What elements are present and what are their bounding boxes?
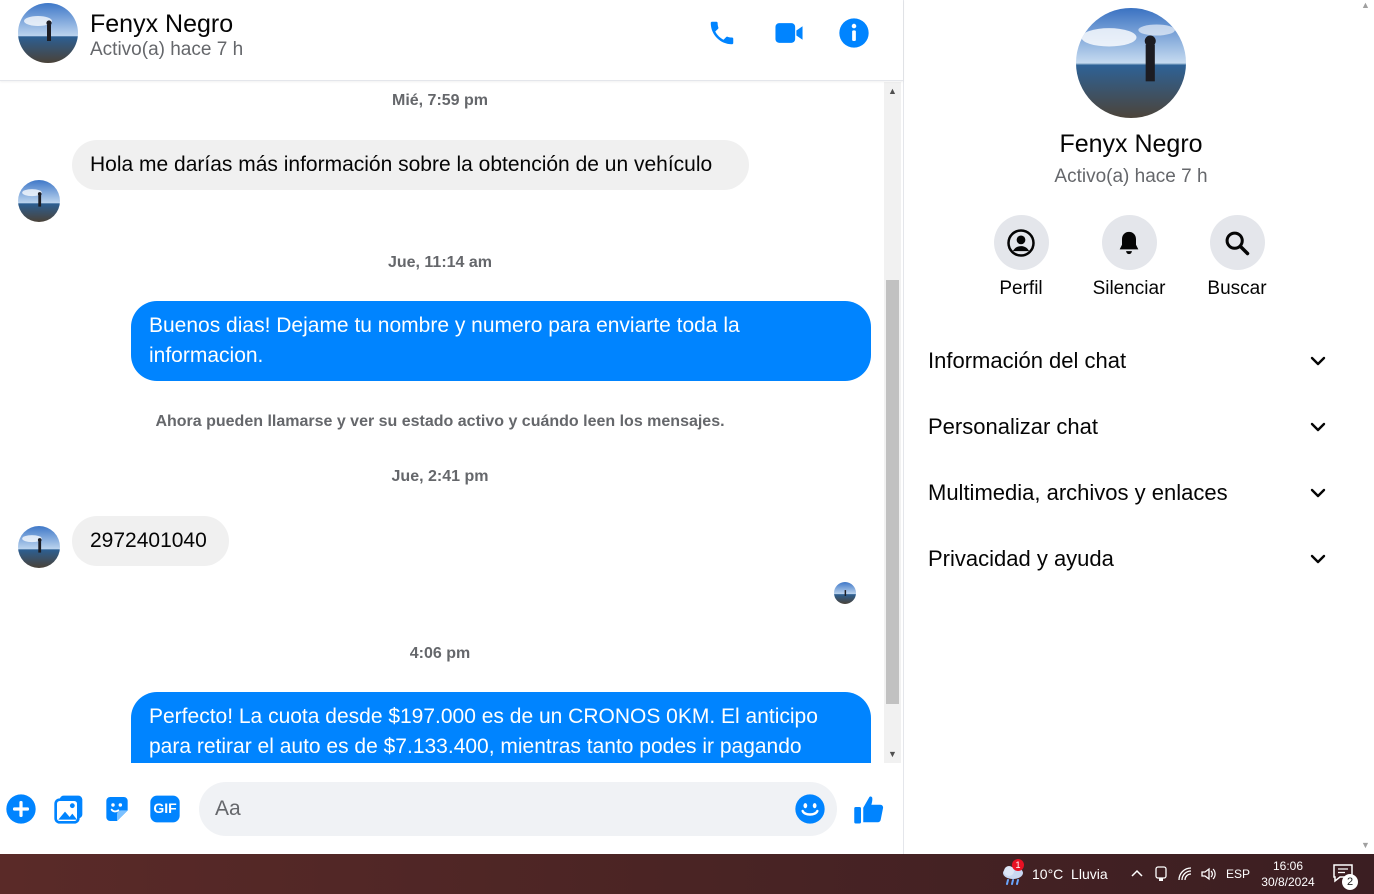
messenger-app: Fenyx Negro Activo(a) hace 7 h Mié, 7:59… [0,0,1374,894]
device-icon [1155,866,1167,881]
windows-taskbar: 1 10°C Lluvia ESP 16:06 30/8/2024 2 [0,854,1374,894]
contact-avatar [18,180,60,222]
read-receipt-avatar [834,582,856,604]
mute-button-circle [1101,215,1157,270]
contact-avatar [18,526,60,568]
profile-button-circle [993,215,1049,270]
rain-cloud-icon: 1 [1000,859,1026,886]
section-media-files-links[interactable]: Multimedia, archivos y enlaces [914,466,1342,520]
contact-name[interactable]: Fenyx Negro [90,10,233,39]
show-hidden-icons-button[interactable] [1128,865,1146,883]
scroll-up-arrow[interactable]: ▲ [884,84,901,98]
scroll-down-arrow[interactable]: ▼ [884,747,901,761]
system-clock[interactable]: 16:06 30/8/2024 [1256,858,1320,890]
sticker-icon [106,797,128,821]
phone-icon [710,21,734,45]
profile-status: Activo(a) hace 7 h [1054,166,1208,187]
language-indicator[interactable]: ESP [1224,865,1252,883]
network-button[interactable] [1176,865,1194,883]
device-tray-button[interactable] [1152,865,1170,883]
timestamp: Mié, 7:59 pm [391,92,489,109]
incoming-message[interactable]: Hola me darías más información sobre la … [72,140,749,190]
wifi-icon [1178,867,1192,881]
video-call-button[interactable] [772,16,806,50]
info-icon [839,18,869,48]
search-button-circle [1209,215,1265,270]
section-privacy-help[interactable]: Privacidad y ayuda [914,532,1342,586]
weather-text: 10°C Lluvia [1032,866,1108,882]
chevron-up-icon [1131,869,1143,877]
section-title: Multimedia, archivos y enlaces [928,480,1228,505]
photo-icon [54,795,83,824]
chevron-down-icon [1310,356,1326,366]
timestamp: Jue, 2:41 pm [391,468,489,485]
page-scrollbar[interactable]: ▲ ▼ [1357,0,1374,854]
search-icon [1225,231,1250,255]
section-chat-info[interactable]: Información del chat [914,334,1342,388]
chat-column: Fenyx Negro Activo(a) hace 7 h Mié, 7:59… [0,0,903,854]
video-camera-icon [775,23,803,43]
timestamp: Jue, 11:14 am [387,254,493,271]
attach-photo-button[interactable] [52,792,86,826]
emoji-button[interactable] [793,792,827,826]
clock-date: 30/8/2024 [1261,875,1315,889]
weather-alert-badge: 1 [1012,859,1024,871]
section-title: Privacidad y ayuda [928,546,1114,571]
chevron-down-icon [1310,422,1326,432]
thumbs-up-icon [854,796,884,824]
conversation-info-button[interactable] [837,16,871,50]
plus-icon [6,794,36,824]
notification-count-badge: 2 [1342,874,1358,890]
speaker-icon [1201,867,1216,881]
search-label: Buscar [1207,278,1267,299]
audio-call-button[interactable] [705,16,739,50]
message-scrollbar[interactable]: ▲ ▼ [884,82,901,763]
mute-label: Silenciar [1092,278,1166,299]
weather-widget[interactable]: 1 10°C Lluvia [1000,859,1108,886]
incoming-message[interactable]: 2972401040 [72,516,229,566]
section-customize-chat[interactable]: Personalizar chat [914,400,1342,454]
conversation-info-panel: Fenyx Negro Activo(a) hace 7 h Perfil Si… [903,0,1357,854]
emoji-icon [795,794,825,824]
message-input[interactable] [215,782,775,836]
clock-time: 16:06 [1272,859,1304,873]
outgoing-message[interactable]: Buenos dias! Dejame tu nombre y numero p… [131,301,871,381]
contact-status: Activo(a) hace 7 h [90,39,244,60]
outgoing-message[interactable]: Perfecto! La cuota desde $197.000 es de … [131,692,871,763]
chevron-down-icon [1310,554,1326,564]
message-list[interactable]: Mié, 7:59 pm Hola me darías más informac… [0,82,884,763]
section-title: Personalizar chat [928,414,1098,439]
sticker-button[interactable] [100,792,134,826]
page-scroll-down-arrow[interactable]: ▼ [1357,840,1374,850]
timestamp: 4:06 pm [409,645,471,662]
message-input-box[interactable] [199,782,837,836]
profile-button[interactable]: Perfil [971,215,1071,300]
chevron-down-icon [1310,488,1326,498]
send-like-button[interactable] [850,790,890,830]
volume-button[interactable] [1200,865,1218,883]
message-composer: GIF [0,768,903,854]
search-button[interactable]: Buscar [1187,215,1287,300]
chat-header: Fenyx Negro Activo(a) hace 7 h [0,0,903,81]
page-scroll-up-arrow[interactable]: ▲ [1357,0,1374,10]
system-notice: Ahora pueden llamarse y ver su estado ac… [155,413,725,430]
contact-avatar[interactable] [18,3,78,63]
profile-name: Fenyx Negro [1059,130,1203,158]
profile-photo[interactable] [1076,8,1186,118]
more-actions-button[interactable] [4,792,38,826]
bell-icon [1119,231,1139,254]
profile-label: Perfil [999,278,1043,299]
gif-label: GIF [153,800,177,816]
mute-button[interactable]: Silenciar [1079,215,1179,300]
profile-icon [1007,228,1035,257]
scrollbar-thumb[interactable] [886,280,899,704]
gif-button[interactable]: GIF [148,792,182,826]
section-title: Información del chat [928,348,1127,373]
